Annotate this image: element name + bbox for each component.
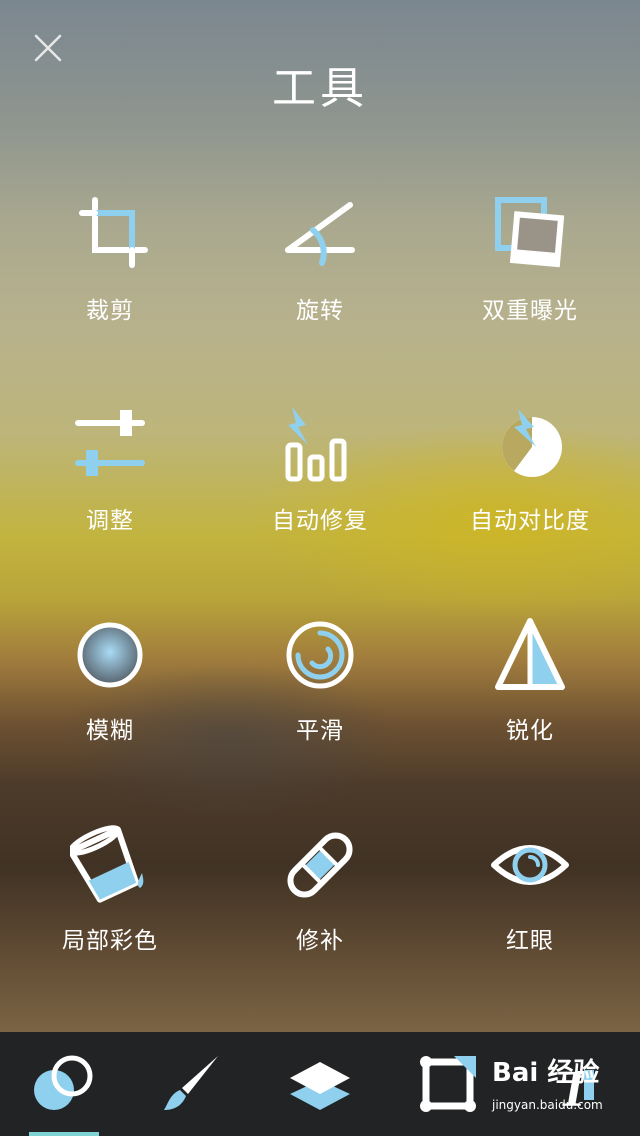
paint-bucket-icon [70, 825, 144, 903]
tool-adjust[interactable]: 调整 [5, 405, 215, 565]
crop-icon [79, 197, 148, 268]
tool-label: 锐化 [506, 718, 554, 744]
eye-icon [491, 845, 569, 885]
sliders-icon [75, 410, 145, 476]
tool-crop[interactable]: 裁剪 [5, 195, 215, 355]
brush-icon [164, 1056, 218, 1110]
tab-layers[interactable] [256, 1032, 384, 1136]
smooth-icon [286, 621, 354, 689]
tool-double-exposure[interactable]: 双重曝光 [425, 195, 635, 355]
tool-label: 自动对比度 [470, 508, 590, 534]
auto-fix-icon [285, 407, 347, 482]
frame-icon [420, 1056, 476, 1112]
tools-grid: 裁剪 旋转 双重曝光 调整 自动修复 自动对比度 模糊 平滑 锐化 局部彩色 修… [0, 0, 640, 1032]
tool-color-splash[interactable]: 局部彩色 [5, 825, 215, 985]
sharpen-triangle-icon [495, 618, 565, 690]
tool-label: 局部彩色 [62, 928, 158, 954]
auto-contrast-icon [502, 409, 562, 477]
tool-label: 平滑 [296, 718, 344, 744]
tab-tools[interactable] [0, 1032, 128, 1136]
tool-label: 裁剪 [86, 298, 134, 324]
tool-label: 双重曝光 [482, 298, 578, 324]
tool-label: 调整 [86, 508, 134, 534]
tool-label: 模糊 [86, 718, 134, 744]
tools-circles-icon [34, 1055, 93, 1110]
double-exposure-icon [495, 197, 565, 268]
baidu-watermark: Bai 经验 jingyan.baidu.com [488, 1052, 638, 1122]
tool-smooth[interactable]: 平滑 [215, 615, 425, 775]
watermark-brand: Bai 经验 [492, 1058, 600, 1088]
tool-auto-fix[interactable]: 自动修复 [215, 405, 425, 565]
tab-brush[interactable] [128, 1032, 256, 1136]
tool-blur[interactable]: 模糊 [5, 615, 215, 775]
tool-auto-contrast[interactable]: 自动对比度 [425, 405, 635, 565]
blur-icon [77, 622, 143, 688]
layers-icon [290, 1062, 350, 1110]
watermark-url: jingyan.baidu.com [492, 1098, 603, 1112]
tool-label: 自动修复 [272, 508, 368, 534]
tool-label: 红眼 [506, 928, 554, 954]
bandage-icon [287, 832, 353, 898]
tool-patch[interactable]: 修补 [215, 825, 425, 985]
rotate-angle-icon [285, 202, 355, 266]
tool-red-eye[interactable]: 红眼 [425, 825, 635, 985]
tool-sharpen[interactable]: 锐化 [425, 615, 635, 775]
tool-label: 旋转 [296, 298, 344, 324]
active-tab-indicator [29, 1132, 99, 1136]
tool-rotate[interactable]: 旋转 [215, 195, 425, 355]
tool-label: 修补 [296, 928, 344, 954]
